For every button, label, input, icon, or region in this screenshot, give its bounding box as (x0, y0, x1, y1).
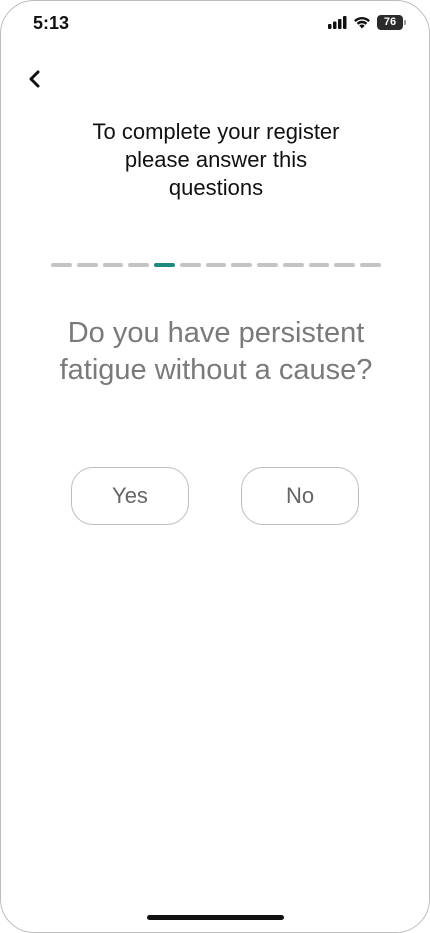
status-icons: 76 (328, 15, 406, 30)
progress-step (334, 263, 356, 267)
progress-step (76, 263, 98, 267)
yes-button[interactable]: Yes (71, 467, 189, 525)
page-title: To complete your register please answer … (92, 119, 340, 200)
signal-icon (328, 16, 347, 29)
progress-step (231, 263, 253, 267)
progress-step-active (154, 263, 175, 267)
progress-step (51, 263, 72, 267)
progress-step (205, 263, 227, 267)
back-button[interactable] (23, 67, 47, 91)
battery-icon: 76 (377, 15, 406, 30)
status-time: 5:13 (33, 13, 70, 33)
battery-level: 76 (383, 16, 397, 28)
chevron-left-icon (29, 70, 40, 88)
progress-indicator (51, 263, 381, 268)
wifi-icon (354, 17, 370, 29)
progress-step (128, 263, 150, 267)
progress-step (282, 263, 304, 267)
no-button[interactable]: No (241, 467, 359, 525)
progress-step (179, 263, 201, 267)
question-text: Do you have persistent fatigue without a… (59, 317, 373, 386)
progress-step (102, 263, 124, 267)
home-indicator[interactable] (147, 915, 284, 920)
progress-step (360, 263, 381, 267)
progress-step (257, 263, 278, 267)
phone-frame: 5:13 76 To complete your register please… (0, 0, 430, 933)
status-bar: 5:13 76 (1, 11, 429, 37)
progress-step (308, 263, 330, 267)
